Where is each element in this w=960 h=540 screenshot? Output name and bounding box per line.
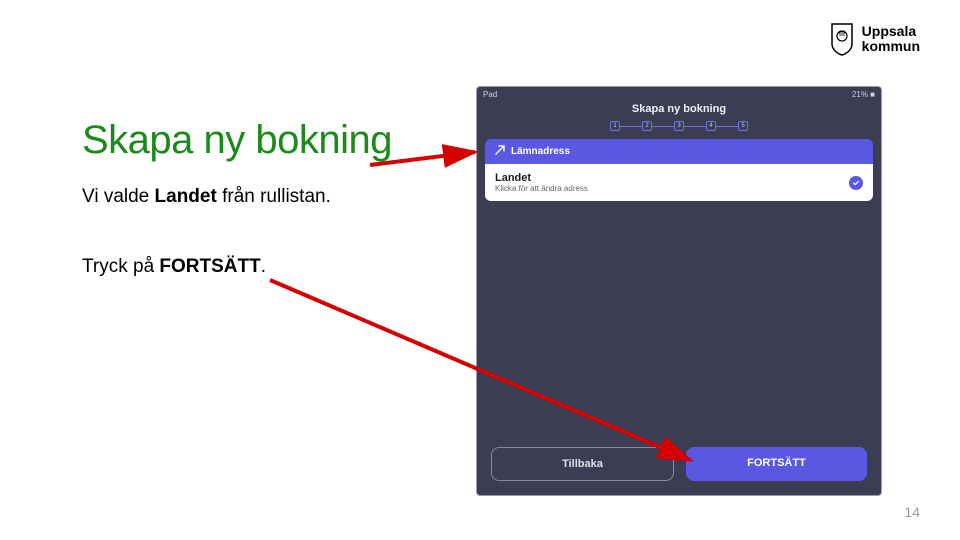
text: Tryck på xyxy=(82,256,159,277)
text: . xyxy=(261,256,266,277)
step-connector xyxy=(684,126,706,127)
phone-statusbar: Pad 21% ■ xyxy=(477,87,881,101)
step-2: 2 xyxy=(642,121,652,131)
logo-line2: kommun xyxy=(862,39,920,54)
text: Vi valde xyxy=(82,186,155,207)
text-bold: FORTSÄTT xyxy=(159,256,260,277)
section-label-text: Lämnadress xyxy=(511,146,570,157)
address-card[interactable]: Landet Klicka för att ändra adress xyxy=(485,164,873,201)
step-connector xyxy=(716,126,738,127)
step-4: 4 xyxy=(706,121,716,131)
step-connector xyxy=(652,126,674,127)
section-label-leave-address: Lämnadress xyxy=(485,139,873,164)
instruction-line-2: Tryck på FORTSÄTT. xyxy=(82,256,266,278)
instruction-line-1: Vi valde Landet från rullistan. xyxy=(82,186,331,208)
status-left: Pad xyxy=(483,90,497,99)
address-title: Landet xyxy=(495,172,588,184)
phone-footer: Tillbaka FORTSÄTT xyxy=(477,437,881,495)
phone-body-empty xyxy=(477,201,881,437)
address-subtitle: Klicka för att ändra adress xyxy=(495,184,588,193)
org-logo: Uppsala kommun xyxy=(828,22,920,56)
step-5: 5 xyxy=(738,121,748,131)
page-title: Skapa ny bokning xyxy=(82,118,392,163)
check-circle-icon xyxy=(849,176,863,190)
page-number: 14 xyxy=(904,504,920,520)
step-3: 3 xyxy=(674,121,684,131)
phone-mockup: Pad 21% ■ Skapa ny bokning 1 2 3 4 5 Läm… xyxy=(476,86,882,496)
continue-button[interactable]: FORTSÄTT xyxy=(686,447,867,481)
text-bold: Landet xyxy=(155,186,217,207)
step-connector xyxy=(620,126,642,127)
status-right: 21% ■ xyxy=(852,90,875,99)
back-button[interactable]: Tillbaka xyxy=(491,447,674,481)
arrow-up-right-icon xyxy=(495,145,505,158)
logo-text: Uppsala kommun xyxy=(862,24,920,55)
text: från rullistan. xyxy=(217,186,331,207)
phone-header-title: Skapa ny bokning xyxy=(477,101,881,119)
step-1: 1 xyxy=(610,121,620,131)
logo-line1: Uppsala xyxy=(862,24,920,39)
progress-stepper: 1 2 3 4 5 xyxy=(477,119,881,139)
shield-crown-icon xyxy=(828,22,856,56)
